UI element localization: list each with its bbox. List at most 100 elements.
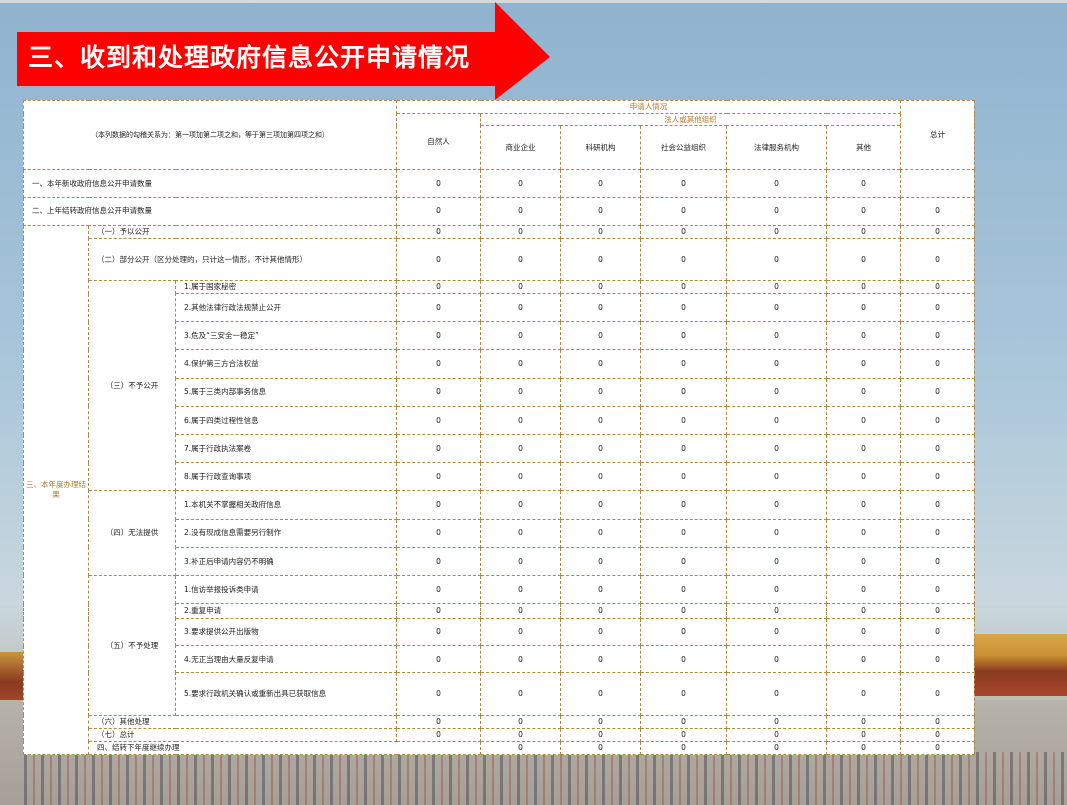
cell-value: 0 bbox=[726, 603, 827, 620]
cell-value: 0 bbox=[900, 405, 976, 436]
cell-value: 0 bbox=[825, 546, 902, 576]
cell-value: 0 bbox=[726, 433, 827, 464]
cell-value: 0 bbox=[396, 727, 481, 742]
cell-value: 0 bbox=[825, 462, 902, 492]
row-label: 1.信访举报投诉类申请 bbox=[175, 574, 397, 605]
table-row: （六）其他处理 0 0 0 0 0 0 0 bbox=[24, 714, 976, 729]
disclosure-table-container: （本列数据的勾稽关系为：第一项加第二项之和，等于第三项加第四项之和） 申请人情况… bbox=[23, 99, 976, 756]
table-row: （五）不予处理 1.信访举报投诉类申请 0 0 0 0 0 0 0 bbox=[24, 574, 976, 716]
cell-value: 0 bbox=[726, 169, 827, 198]
row-label: 四、结转下年度继续办理 bbox=[88, 740, 481, 756]
cell-value: 0 bbox=[640, 672, 727, 716]
cell-value: 0 bbox=[825, 169, 902, 198]
cell-value: 0 bbox=[900, 727, 976, 742]
cell-value: 0 bbox=[480, 518, 561, 548]
cell-value: 0 bbox=[825, 645, 902, 674]
cell-value: 0 bbox=[640, 645, 727, 674]
cell-value: 0 bbox=[396, 196, 481, 226]
cell-value: 0 bbox=[480, 377, 561, 407]
cell-value: 0 bbox=[900, 293, 976, 323]
row-label: （六）其他处理 bbox=[88, 714, 397, 729]
cell-value: 0 bbox=[560, 280, 641, 295]
cell-value: 0 bbox=[825, 603, 902, 620]
cell-value: 0 bbox=[560, 321, 641, 351]
cell-value: 0 bbox=[480, 462, 561, 492]
table-row: 三、本年度办理结果 （一）予以公开 0 0 0 0 0 0 0 bbox=[23, 224, 976, 756]
cell-value: 0 bbox=[900, 462, 976, 492]
cell-value: 0 bbox=[825, 672, 902, 716]
cell-value: 0 bbox=[726, 237, 827, 282]
cell-value: 0 bbox=[480, 714, 561, 729]
cell-value: 0 bbox=[726, 349, 827, 379]
cell-value: 0 bbox=[726, 645, 827, 674]
cell-value: 0 bbox=[640, 727, 727, 742]
row-label: 1.本机关不掌握相关政府信息 bbox=[175, 490, 397, 520]
cell-value: 0 bbox=[640, 433, 727, 464]
cell-value: 0 bbox=[900, 672, 976, 716]
cell-value: 0 bbox=[480, 224, 561, 239]
cell-value: 0 bbox=[396, 574, 481, 605]
cell-value: 0 bbox=[560, 224, 641, 239]
cell-value: 0 bbox=[560, 672, 641, 716]
table-row: （三）不予公开 1.属于国家秘密 0 0 0 0 0 0 0 bbox=[24, 280, 976, 492]
cell-value: 0 bbox=[640, 574, 727, 605]
row-label: 2.其他法律行政法规禁止公开 bbox=[175, 293, 397, 323]
cell-value: 0 bbox=[726, 321, 827, 351]
cell-value: 0 bbox=[726, 618, 827, 647]
cell-value: 0 bbox=[726, 672, 827, 716]
row-label: 3.危及“三安全一稳定” bbox=[175, 321, 397, 351]
table-row: 二、上年结转政府信息公开申请数量 0 0 0 0 0 0 0 bbox=[23, 196, 976, 226]
cell-value: 0 bbox=[900, 490, 976, 520]
table-row: （四）无法提供 1.本机关不掌握相关政府信息 0 0 0 0 0 0 0 bbox=[24, 490, 976, 576]
cell-value: 0 bbox=[396, 714, 481, 729]
row-label: （二）部分公开（区分处理的，只计这一情形，不计其他情形） bbox=[88, 237, 397, 282]
cell-value: 0 bbox=[825, 740, 902, 756]
cell-value: 0 bbox=[900, 224, 976, 239]
cell-value: 0 bbox=[560, 433, 641, 464]
cell-value: 0 bbox=[726, 293, 827, 323]
cell-value: 0 bbox=[726, 740, 827, 756]
cell-value: 0 bbox=[396, 546, 481, 576]
cell-value: 0 bbox=[825, 518, 902, 548]
cell-value: 0 bbox=[480, 672, 561, 716]
cell-value: 0 bbox=[900, 546, 976, 576]
cell-value: 0 bbox=[900, 280, 976, 295]
cell-value: 0 bbox=[900, 237, 976, 282]
cell-value: 0 bbox=[396, 293, 481, 323]
cell-value: 0 bbox=[825, 237, 902, 282]
cell-value: 0 bbox=[640, 618, 727, 647]
cell-value: 0 bbox=[480, 490, 561, 520]
disclosure-table: （本列数据的勾稽关系为：第一项加第二项之和，等于第三项加第四项之和） 申请人情况… bbox=[23, 99, 976, 756]
row-label: 6.属于四类过程性信息 bbox=[175, 405, 397, 436]
cell-value: 0 bbox=[480, 280, 561, 295]
cell-value: 0 bbox=[726, 546, 827, 576]
org-group-header: 法人或其他组织 bbox=[479, 113, 902, 127]
palace-roof-left bbox=[0, 652, 24, 702]
cell-value: 0 bbox=[480, 618, 561, 647]
cell-value: 0 bbox=[726, 377, 827, 407]
cell-value: 0 bbox=[396, 645, 481, 674]
cell-value: 0 bbox=[560, 169, 641, 198]
cell-value: 0 bbox=[640, 603, 727, 620]
cell-value: 0 bbox=[640, 546, 727, 576]
cell-value: 0 bbox=[560, 462, 641, 492]
cell-value: 0 bbox=[900, 433, 976, 464]
row-label: 3.补正后申请内容仍不明确 bbox=[175, 546, 397, 576]
cell-value: 0 bbox=[640, 196, 727, 226]
cell-value: 0 bbox=[900, 377, 976, 407]
cell-value: 0 bbox=[640, 349, 727, 379]
cell-value: 0 bbox=[825, 574, 902, 605]
cell-value: 0 bbox=[900, 618, 976, 647]
row-label: 3.要求提供公开出版物 bbox=[175, 618, 397, 647]
cell-value: 0 bbox=[825, 405, 902, 436]
cell-value: 0 bbox=[900, 645, 976, 674]
cell-value: 0 bbox=[480, 433, 561, 464]
cell-value: 0 bbox=[825, 280, 902, 295]
cell-value: 0 bbox=[560, 518, 641, 548]
cell-value: 0 bbox=[900, 349, 976, 379]
row-label: （七）总计 bbox=[88, 727, 397, 742]
row-label: 8.属于行政查询事项 bbox=[175, 462, 397, 492]
cell-value: 0 bbox=[825, 293, 902, 323]
cell-value: 0 bbox=[396, 518, 481, 548]
table-note: （本列数据的勾稽关系为：第一项加第二项之和，等于第三项加第四项之和） bbox=[23, 99, 397, 171]
